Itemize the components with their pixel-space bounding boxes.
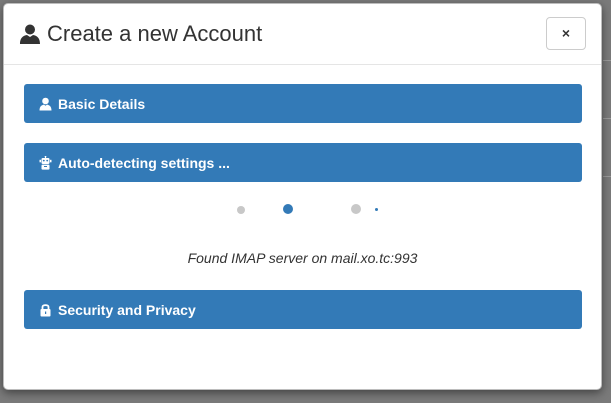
progress-dot-active xyxy=(375,208,378,211)
progress-dot xyxy=(237,206,245,214)
user-icon xyxy=(39,97,52,111)
panel-label: Security and Privacy xyxy=(58,301,196,318)
panel-basic-details[interactable]: Basic Details xyxy=(24,84,582,123)
progress-dot-active xyxy=(283,204,293,214)
dialog-title-text: Create a new Account xyxy=(47,21,263,46)
dialog-header: Create a new Account × xyxy=(4,4,601,65)
panel-security-privacy[interactable]: Security and Privacy xyxy=(24,290,582,329)
dialog-title: Create a new Account xyxy=(19,21,262,47)
panel-label: Auto-detecting settings ... xyxy=(58,154,230,171)
progress-dot xyxy=(351,204,361,214)
panel-label: Basic Details xyxy=(58,95,146,112)
create-account-dialog: Create a new Account × Basic Details Aut… xyxy=(3,3,602,390)
panel-auto-detecting[interactable]: Auto-detecting settings ... xyxy=(24,143,582,182)
close-button[interactable]: × xyxy=(546,17,586,50)
status-message: Found IMAP server on mail.xo.tc:993 xyxy=(187,250,418,266)
user-icon xyxy=(19,23,41,45)
robot-icon xyxy=(39,155,52,170)
lock-icon xyxy=(39,303,52,317)
